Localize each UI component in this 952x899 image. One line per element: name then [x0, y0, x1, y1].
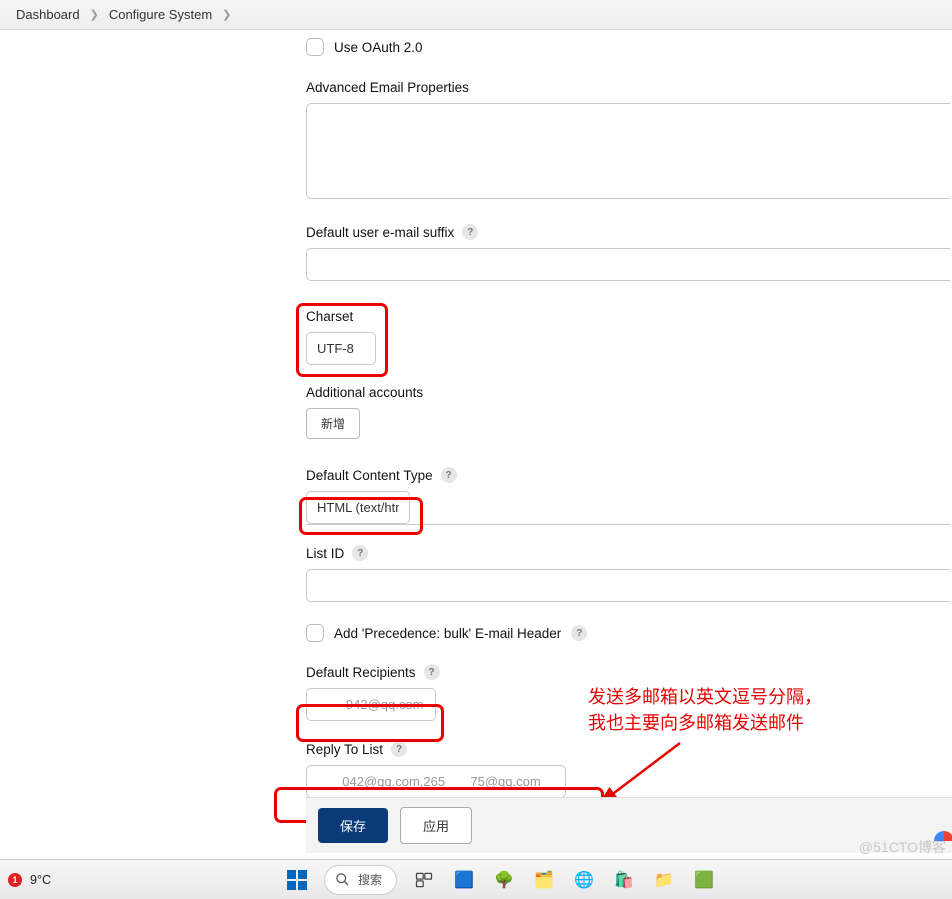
- content-type-select[interactable]: [306, 491, 410, 524]
- folder-icon[interactable]: 📁: [651, 867, 677, 893]
- taskbar-app-icon[interactable]: 🟩: [691, 867, 717, 893]
- notification-badge: 1: [8, 873, 22, 887]
- windows-start-icon[interactable]: [284, 867, 310, 893]
- charset-label: Charset: [306, 309, 353, 324]
- advanced-email-textarea[interactable]: [306, 103, 950, 199]
- precedence-label: Add 'Precedence: bulk' E-mail Header: [334, 626, 561, 641]
- taskbar-search[interactable]: 搜索: [324, 865, 397, 895]
- annotation-text: 发送多邮箱以英文逗号分隔， 我也主要向多邮箱发送邮件: [588, 684, 822, 736]
- save-button[interactable]: 保存: [318, 808, 388, 843]
- precedence-checkbox[interactable]: [306, 624, 324, 642]
- footer-bar: 保存 应用: [306, 797, 952, 853]
- edge-icon[interactable]: 🌐: [571, 867, 597, 893]
- charset-input[interactable]: [306, 332, 376, 365]
- annotation-line1: 发送多邮箱以英文逗号分隔，: [588, 684, 822, 710]
- task-view-icon[interactable]: [411, 867, 437, 893]
- taskbar-app-icon[interactable]: 🌳: [491, 867, 517, 893]
- default-recipients-label: Default Recipients: [306, 665, 416, 680]
- annotation-line2: 我也主要向多邮箱发送邮件: [588, 710, 822, 736]
- list-id-label: List ID: [306, 546, 344, 561]
- chevron-right-icon: ❯: [222, 8, 231, 21]
- breadcrumb: Dashboard ❯ Configure System ❯: [0, 0, 952, 30]
- default-suffix-label: Default user e-mail suffix: [306, 225, 454, 240]
- reply-to-label: Reply To List: [306, 742, 383, 757]
- temperature-text: 9°C: [30, 873, 51, 887]
- help-icon[interactable]: ?: [424, 664, 440, 680]
- taskbar-app-icon[interactable]: 🟦: [451, 867, 477, 893]
- apply-button[interactable]: 应用: [400, 807, 472, 844]
- form-main: Use OAuth 2.0 Advanced Email Properties …: [0, 30, 952, 798]
- breadcrumb-dashboard[interactable]: Dashboard: [16, 7, 80, 22]
- content-type-label: Default Content Type: [306, 468, 433, 483]
- oauth-checkbox[interactable]: [306, 38, 324, 56]
- help-icon[interactable]: ?: [352, 545, 368, 561]
- add-account-button[interactable]: 新增: [306, 408, 360, 439]
- oauth-label: Use OAuth 2.0: [334, 40, 423, 55]
- additional-accounts-label: Additional accounts: [306, 385, 423, 400]
- help-icon[interactable]: ?: [462, 224, 478, 240]
- search-placeholder: 搜索: [358, 871, 382, 888]
- taskbar: 1 9°C 搜索 🟦 🌳 🗂️ 🌐 🛍️ 📁 🟩: [0, 859, 952, 899]
- chevron-right-icon: ❯: [90, 8, 99, 21]
- help-icon[interactable]: ?: [391, 741, 407, 757]
- list-id-input[interactable]: [306, 569, 950, 602]
- advanced-email-label: Advanced Email Properties: [306, 80, 469, 95]
- taskbar-weather[interactable]: 1 9°C: [8, 873, 51, 887]
- search-icon: [335, 872, 350, 887]
- store-icon[interactable]: 🛍️: [611, 867, 637, 893]
- help-icon[interactable]: ?: [571, 625, 587, 641]
- help-icon[interactable]: ?: [441, 467, 457, 483]
- reply-to-input[interactable]: [306, 765, 566, 798]
- watermark-text: @51CTO博客: [859, 837, 946, 857]
- breadcrumb-configure-system[interactable]: Configure System: [109, 7, 212, 22]
- taskbar-app-icon[interactable]: 🗂️: [531, 867, 557, 893]
- default-recipients-input[interactable]: [306, 688, 436, 721]
- default-suffix-input[interactable]: [306, 248, 950, 281]
